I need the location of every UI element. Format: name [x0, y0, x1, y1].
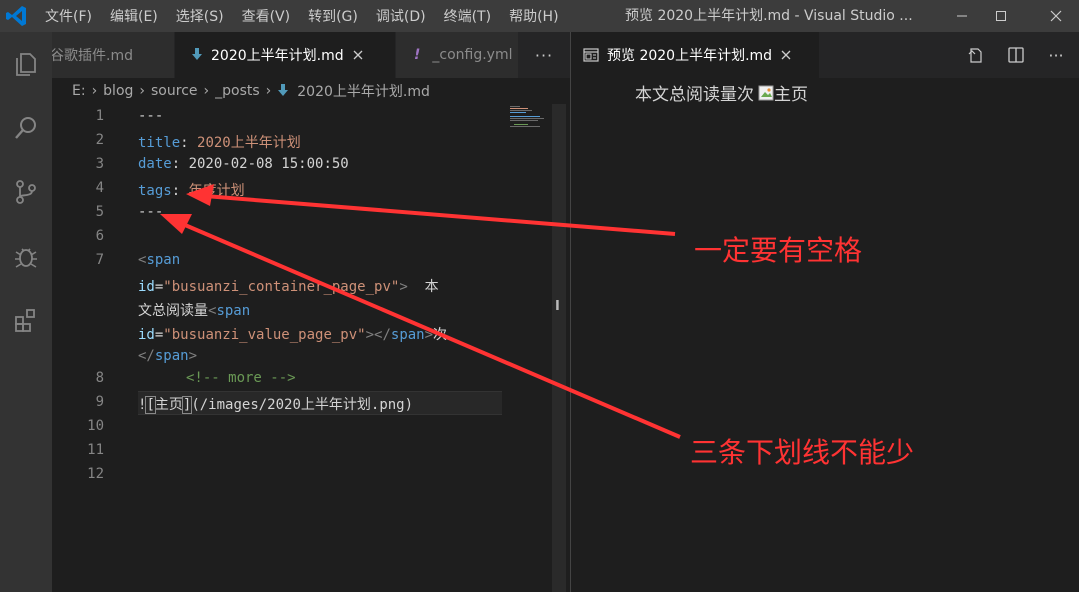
editor-tab-bar: 谷歌插件.md 2020上半年计划.md ! _config.yml ···	[52, 32, 570, 78]
code-line: ---	[138, 108, 164, 124]
menu-file[interactable]: 文件(F)	[36, 6, 101, 26]
code-line: ---	[138, 204, 164, 220]
tab-label: 2020上半年计划.md	[211, 48, 344, 64]
open-source-icon	[968, 48, 982, 63]
preview-content: 本文总阅读量次 主页	[635, 80, 808, 105]
tab-label: _config.yml	[432, 47, 513, 63]
broken-image-icon	[758, 85, 774, 101]
menu-selection[interactable]: 选择(S)	[167, 6, 233, 26]
tab-google-plugin[interactable]: 谷歌插件.md	[52, 32, 174, 78]
close-tab-icon[interactable]	[352, 49, 364, 61]
preview-text: 本文总阅读量次	[635, 85, 754, 105]
markdown-preview: 本文总阅读量次 主页	[571, 78, 1079, 592]
window-title: 预览 2020上半年计划.md - Visual Studio ...	[625, 8, 913, 24]
line-number: 8	[95, 370, 104, 386]
line-number: 11	[87, 442, 104, 458]
annotation-need-space: 一定要有空格	[694, 234, 863, 267]
image-alt-text: 主页	[774, 85, 808, 105]
line-number: 9	[95, 394, 104, 410]
ellipsis-icon: ···	[1048, 45, 1064, 65]
menu-bar: 文件(F) 编辑(E) 选择(S) 查看(V) 转到(G) 调试(D) 终端(T…	[36, 0, 568, 32]
yaml-icon: !	[414, 47, 421, 63]
code-editor[interactable]: 1 2 3 4 5 6 7 8 9 10 11 12 --- title: 20…	[52, 104, 570, 592]
chevron-right-icon: ›	[139, 83, 146, 99]
chevron-right-icon: ›	[265, 83, 272, 99]
menu-go[interactable]: 转到(G)	[299, 6, 367, 26]
tab-label: 谷歌插件.md	[52, 48, 133, 64]
code-line: title: 2020上半年计划	[138, 135, 301, 151]
line-number: 1	[95, 108, 104, 124]
breadcrumb-drive[interactable]: E:	[72, 83, 86, 99]
code-line: <span	[138, 252, 181, 268]
annotation-three-underscores: 三条下划线不能少	[690, 436, 915, 469]
tab-config-yml[interactable]: ! _config.yml	[396, 32, 518, 78]
text-cursor-icon: I	[555, 299, 560, 314]
line-number: 3	[95, 156, 104, 172]
tab-2020-plan[interactable]: 2020上半年计划.md	[175, 32, 395, 78]
activity-bar	[0, 32, 52, 592]
chevron-right-icon: ›	[91, 83, 98, 99]
menu-debug[interactable]: 调试(D)	[367, 6, 435, 26]
breadcrumb-blog[interactable]: blog	[103, 83, 133, 99]
code-line: id="busuanzi_container_page_pv"> 本	[138, 279, 439, 295]
code-line: </span>	[138, 348, 198, 364]
menu-edit[interactable]: 编辑(E)	[101, 6, 167, 26]
split-editor-icon	[1008, 47, 1024, 63]
maximize-icon	[996, 11, 1006, 21]
chevron-right-icon: ›	[203, 83, 210, 99]
code-line: id="busuanzi_value_page_pv"></span>次	[138, 327, 448, 343]
open-source-button[interactable]	[961, 32, 991, 78]
breadcrumb-source[interactable]: source	[151, 83, 198, 99]
tab-label: 预览 2020上半年计划.md	[607, 48, 773, 64]
more-actions-button[interactable]: ···	[518, 32, 570, 78]
code-line: 文总阅读量<span	[138, 303, 251, 319]
line-number: 12	[87, 466, 104, 482]
maximize-button[interactable]	[978, 0, 1024, 32]
more-actions-button[interactable]: ···	[1041, 32, 1071, 78]
code-line: ![主页](/images/2020上半年计划.png)	[138, 396, 414, 414]
menu-view[interactable]: 查看(V)	[233, 6, 300, 26]
code-line: tags: 年度计划	[138, 183, 245, 199]
extensions-icon[interactable]	[0, 296, 52, 344]
line-number: 4	[95, 180, 104, 196]
line-number: 2	[95, 132, 104, 148]
tab-preview[interactable]: 预览 2020上半年计划.md	[571, 32, 819, 78]
code-line: <!-- more -->	[186, 370, 296, 386]
title-bar: 文件(F) 编辑(E) 选择(S) 查看(V) 转到(G) 调试(D) 终端(T…	[0, 0, 1079, 32]
source-control-icon[interactable]	[0, 168, 52, 216]
line-number: 6	[95, 228, 104, 244]
files-icon[interactable]	[0, 40, 52, 88]
close-tab-icon[interactable]	[780, 49, 792, 61]
split-editor-button[interactable]	[1001, 32, 1031, 78]
preview-icon	[583, 48, 599, 62]
vscode-logo-icon	[0, 0, 32, 32]
debug-icon[interactable]	[0, 232, 52, 280]
search-icon[interactable]	[0, 104, 52, 152]
menu-help[interactable]: 帮助(H)	[500, 6, 567, 26]
close-window-button[interactable]	[1033, 0, 1079, 32]
close-icon	[1050, 10, 1062, 22]
menu-terminal[interactable]: 终端(T)	[435, 6, 500, 26]
breadcrumb-posts[interactable]: _posts	[215, 83, 260, 99]
code-line: date: 2020-02-08 15:00:50	[138, 156, 349, 172]
line-number: 5	[95, 204, 104, 220]
markdown-icon	[191, 48, 203, 62]
vertical-scrollbar[interactable]: I	[552, 104, 566, 592]
minimap[interactable]	[508, 104, 548, 134]
line-number: 7	[95, 252, 104, 268]
breadcrumb-file[interactable]: 2020上半年计划.md	[297, 81, 430, 101]
markdown-icon	[277, 84, 289, 98]
ellipsis-icon: ···	[534, 45, 554, 65]
preview-tab-bar: 预览 2020上半年计划.md ···	[571, 32, 1079, 78]
line-number: 10	[87, 418, 104, 434]
minimize-icon	[957, 15, 967, 17]
breadcrumb: E: › blog › source › _posts › 2020上半年计划.md	[52, 78, 570, 104]
